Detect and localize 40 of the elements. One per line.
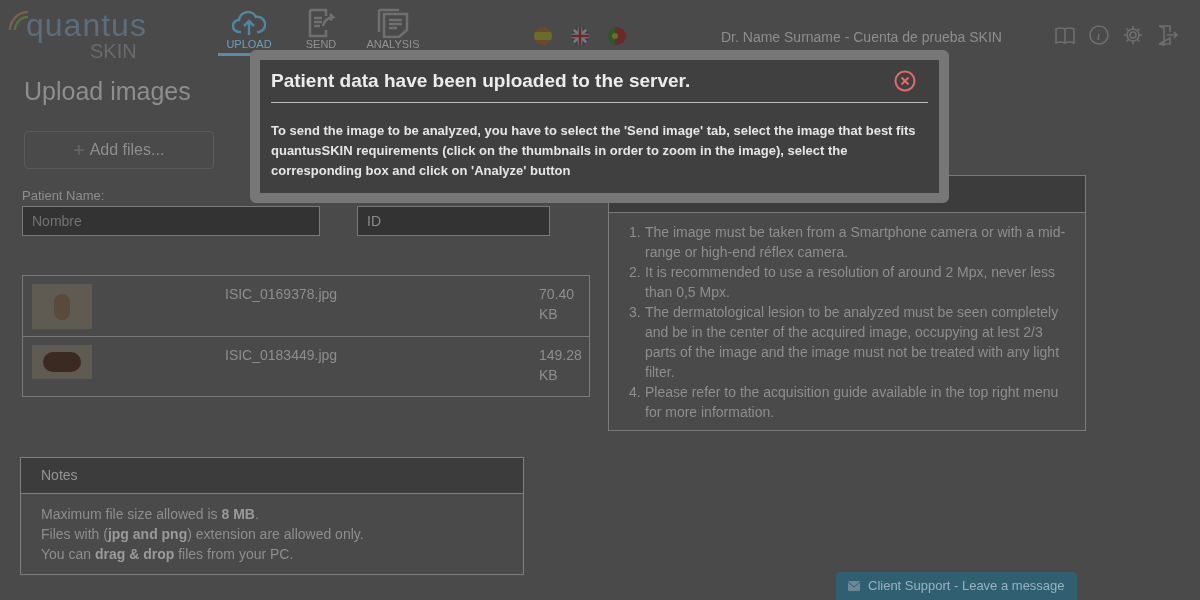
note-text: You can drag & drop files from your PC. bbox=[41, 545, 295, 564]
file-name: ISIC_0169378.jpg bbox=[225, 285, 339, 304]
note-text: Maximum file size allowed is 8 MB. bbox=[41, 505, 260, 524]
page-title: Upload images bbox=[24, 76, 191, 107]
document-arrow-icon bbox=[306, 8, 336, 38]
field-label: Patient Name: bbox=[22, 188, 106, 204]
plus-icon bbox=[73, 145, 84, 155]
envelope-icon bbox=[848, 581, 860, 591]
dialog-message: To send the image to be analyzed, you have to select the 'Send image' tab, select the image that best fits quantusSKIN requirements (click on the thumbnails in order to zoom in the image), select the corresponding box and click on 'Analyze' button bbox=[271, 122, 917, 180]
info-icon[interactable] bbox=[1087, 24, 1110, 46]
patient-name-input[interactable]: Nombre bbox=[22, 206, 320, 236]
file-name: ISIC_0183449.jpg bbox=[225, 346, 339, 365]
guide-book-icon[interactable] bbox=[1053, 24, 1076, 46]
list-number: 2. bbox=[629, 263, 642, 282]
settings-icon[interactable] bbox=[1121, 24, 1144, 46]
requirement-item: The dermatological lesion to be analyzed must be seen completely and be in the center of the acquired image, occupying at lest 2/3 parts of the image and the image must not be treated with any light filter. bbox=[645, 303, 1061, 382]
panel-title: Notes bbox=[41, 466, 78, 485]
flag-icon[interactable] bbox=[571, 27, 589, 45]
nav-tab[interactable]: SEND bbox=[290, 8, 352, 56]
user-name: Dr. Name Surname - Cuenta de prueba SKIN bbox=[721, 28, 1002, 47]
flag-icon[interactable] bbox=[534, 27, 552, 45]
close-icon[interactable] bbox=[894, 70, 916, 92]
list-number: 3. bbox=[629, 303, 642, 322]
file-size: 70.40 KB bbox=[539, 285, 576, 324]
note-text: Files with (jpg and png) extension are allowed only. bbox=[41, 525, 365, 544]
file-size: 149.28 KB bbox=[539, 346, 583, 385]
client-support-button[interactable]: Client Support - Leave a message bbox=[836, 572, 1077, 600]
add-files-button[interactable]: Add files... bbox=[24, 131, 214, 169]
requirement-item: The image must be taken from a Smartphone camera or with a mid-range or high-end réflex camera. bbox=[645, 223, 1067, 262]
thumbnail-placeholder[interactable] bbox=[32, 345, 92, 379]
list-number: 1. bbox=[629, 223, 642, 242]
list-number: 4. bbox=[629, 383, 642, 402]
flag-icon[interactable] bbox=[608, 27, 626, 45]
requirement-item: It is recommended to use a resolution of around 2 Mpx, never less than 0,5 Mpx. bbox=[645, 263, 1057, 302]
nav-tab[interactable]: ANALYSIS bbox=[362, 8, 424, 56]
cloud-upload-icon bbox=[232, 8, 266, 38]
requirement-item: Please refer to the acquisition guide available in the top right menu for more information. bbox=[645, 383, 1060, 422]
documents-icon bbox=[377, 8, 409, 38]
patient-id-input[interactable]: ID bbox=[357, 206, 550, 236]
dialog-title: Patient data have been uploaded to the server. bbox=[271, 69, 691, 93]
